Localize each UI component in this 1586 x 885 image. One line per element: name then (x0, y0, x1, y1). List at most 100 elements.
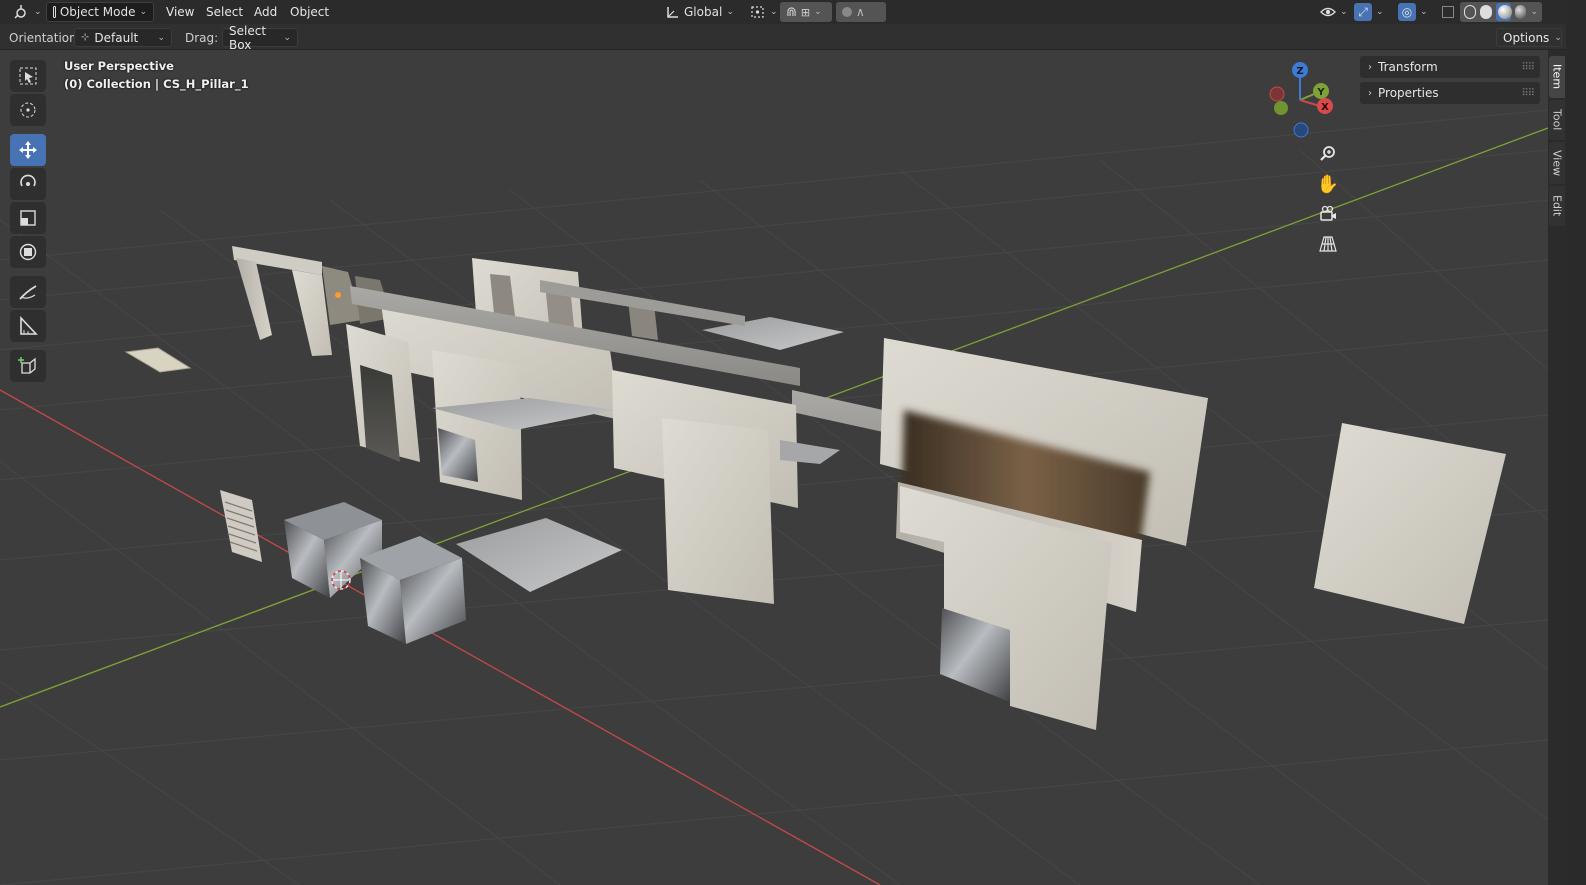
chevron-down-icon: ⌄ (770, 7, 778, 17)
material-shading-icon[interactable] (1495, 3, 1512, 21)
menu-object[interactable]: Object (284, 2, 335, 22)
orientation-axes-icon: ⊹ (81, 32, 90, 43)
snap-magnet-icon: ⋒ (786, 4, 797, 20)
zoom-icon (1320, 146, 1335, 161)
annotate-tool[interactable] (10, 276, 46, 308)
add-cube-tool[interactable] (10, 350, 46, 382)
gizmo-z-icon[interactable]: Z (1292, 62, 1308, 78)
scale-tool[interactable] (10, 202, 46, 234)
object-mode-icon (53, 6, 56, 18)
options-dropdown[interactable]: Options ⌄ (1496, 28, 1562, 47)
tab-item[interactable]: Item (1549, 56, 1565, 98)
zoom-button[interactable] (1314, 140, 1342, 168)
menu-add[interactable]: Add (248, 2, 283, 22)
transform-orientation-dropdown[interactable]: Global ⌄ (660, 2, 740, 22)
gizmo-y-icon[interactable]: Y (1313, 83, 1329, 99)
rotate-tool[interactable] (10, 168, 46, 200)
cursor-icon (20, 102, 36, 118)
collection-info: (0) Collection | CS_H_Pillar_1 (64, 77, 249, 91)
eye-icon (1320, 7, 1336, 17)
drag-label: Drag: (185, 31, 219, 45)
rotate-icon (20, 174, 36, 187)
perspective-label: User Perspective (64, 59, 174, 73)
chevron-right-icon: › (1368, 61, 1372, 73)
chevron-down-icon: ⌄ (34, 7, 42, 17)
panel-properties[interactable]: › Properties ⠿⠿ (1360, 82, 1540, 104)
orientation-value: Default (94, 30, 139, 45)
gizmo-x-icon[interactable]: X (1317, 98, 1333, 114)
orientation-label: Global (684, 5, 723, 19)
gizmo-x-label: X (1321, 102, 1329, 113)
gizmo-y-label: Y (1316, 87, 1325, 98)
viewport-header: ⌄ Object Mode ⌄ View Select Add Object G… (0, 0, 1586, 24)
xray-toggle[interactable] (1436, 2, 1460, 22)
vent-object[interactable] (220, 490, 262, 562)
orientation-dropdown[interactable]: ⊹ Default ⌄ (74, 28, 172, 47)
snap-increment-icon: ⊞ (800, 5, 811, 19)
camera-view-button[interactable] (1314, 200, 1342, 228)
tab-view-label: View (1550, 149, 1564, 177)
scale-icon (20, 210, 36, 226)
select-box-tool[interactable] (10, 60, 46, 92)
select-box-icon (19, 67, 37, 85)
hand-icon: ✋ (1316, 173, 1340, 195)
chevron-down-icon: ⌄ (157, 32, 165, 43)
chevron-down-icon: ⌄ (814, 7, 822, 17)
shading-group[interactable]: ⌄ (1460, 2, 1542, 22)
mode-dropdown[interactable]: Object Mode ⌄ (46, 2, 154, 22)
overlays-dropdown[interactable]: ◎ ⌄ (1392, 2, 1434, 22)
chevron-down-icon: ⌄ (283, 32, 291, 43)
3d-viewport[interactable]: User Perspective (0) Collection | CS_H_P… (0, 50, 1548, 885)
transform-tool[interactable] (10, 236, 46, 268)
panel-transform[interactable]: › Transform ⠿⠿ (1360, 56, 1540, 78)
move-tool[interactable] (10, 134, 46, 166)
chevron-down-icon: ⌄ (1376, 7, 1384, 17)
snap-group[interactable]: ⋒ ⊞ ⌄ (780, 2, 832, 22)
editor-type-button[interactable]: ⌄ (6, 2, 48, 22)
menu-select[interactable]: Select (200, 2, 249, 22)
floor-tile-object[interactable] (456, 518, 622, 592)
pan-button[interactable]: ✋ (1314, 170, 1342, 198)
crate-object[interactable] (284, 502, 466, 644)
falloff-icon: ∧ (856, 5, 865, 19)
gizmo-toggle-dropdown[interactable]: ⤢ ⌄ (1348, 2, 1390, 22)
drag-dropdown[interactable]: Select Box ⌄ (222, 24, 298, 52)
chevron-down-icon: ⌄ (1340, 7, 1348, 17)
wall-panel-object[interactable] (1314, 423, 1506, 624)
orthographic-toggle-button[interactable] (1314, 230, 1342, 258)
overlays-icon: ◎ (1398, 3, 1416, 21)
tab-view[interactable]: View (1549, 142, 1565, 184)
object-origin-cursor (331, 570, 351, 590)
chevron-down-icon: ⌄ (139, 7, 147, 17)
chevron-down-icon: ⌄ (726, 7, 734, 17)
proportional-editing-group[interactable]: ∧ (836, 2, 886, 22)
menu-view[interactable]: View (160, 2, 200, 22)
gizmo-icon: ⤢ (1354, 3, 1372, 21)
drag-handle-icon[interactable]: ⠿⠿ (1521, 88, 1535, 99)
solid-shading-icon[interactable] (1480, 5, 1492, 19)
drag-value: Select Box (229, 23, 267, 52)
navigation-gizmo[interactable]: Z Y X (1262, 58, 1342, 140)
measure-tool[interactable] (10, 310, 46, 342)
tab-item-label: Item (1550, 64, 1564, 90)
add-cube-icon (18, 357, 36, 374)
chevron-right-icon: › (1368, 87, 1372, 99)
orientation-icon (667, 7, 678, 18)
drag-handle-icon[interactable]: ⠿⠿ (1521, 62, 1535, 73)
panel-transform-label: Transform (1378, 60, 1438, 74)
grid-perspective-icon (1319, 236, 1337, 252)
options-label: Options (1503, 30, 1550, 45)
mode-label: Object Mode (59, 5, 136, 19)
editor-type-icon (14, 5, 26, 19)
rendered-shading-icon[interactable] (1514, 5, 1527, 19)
chevron-down-icon: ⌄ (1554, 32, 1562, 43)
tab-edit[interactable]: Edit (1549, 186, 1565, 226)
cursor-tool[interactable] (10, 94, 46, 126)
plank-object[interactable] (124, 347, 192, 373)
pivot-icon (751, 6, 764, 18)
pivot-point-dropdown[interactable]: ⌄ (744, 2, 784, 22)
xray-icon (1442, 6, 1454, 18)
tab-tool[interactable]: Tool (1549, 100, 1565, 140)
wireframe-shading-icon[interactable] (1464, 5, 1477, 19)
window-edge (1566, 0, 1586, 885)
